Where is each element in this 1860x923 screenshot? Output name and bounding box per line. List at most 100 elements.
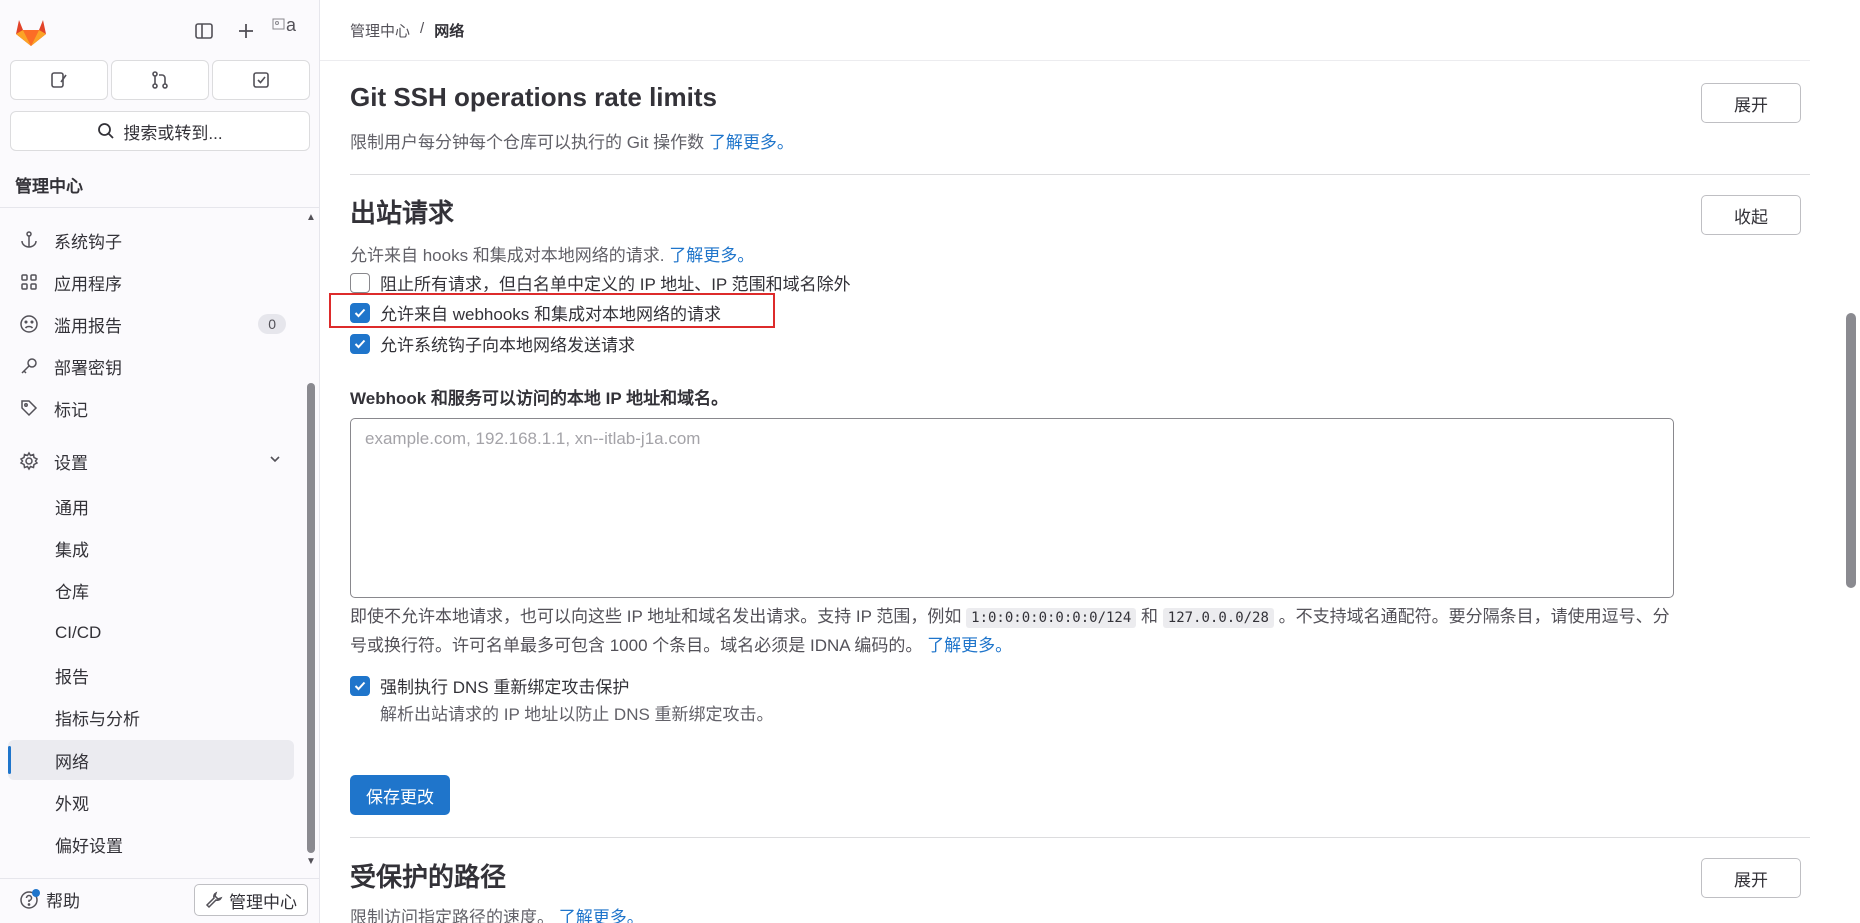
sidebar: a 搜索或转到... 管理中心 系统钩子 应用程序 滥用报告 0 部署密钥 标记…: [0, 0, 320, 923]
header-divider: [320, 60, 1810, 61]
key-icon: [18, 355, 40, 377]
sidebar-item-label: 仓库: [55, 582, 89, 602]
sidebar-item-label: 外观: [55, 794, 89, 814]
main-content: 管理中心 / 网络 Git SSH operations rate limits…: [320, 0, 1842, 923]
avatar-alt-text: a: [286, 15, 297, 35]
label-icon: [18, 397, 40, 419]
todo-icon: [253, 72, 269, 88]
page-scrollbar-thumb[interactable]: [1846, 313, 1856, 588]
admin-area-label: 管理中心: [229, 892, 297, 912]
sidebar-section-title: 管理中心: [15, 177, 83, 196]
scroll-down-arrow-icon[interactable]: ▼: [306, 856, 316, 867]
wrench-icon: [205, 891, 223, 909]
sidebar-item-applications[interactable]: 应用程序: [8, 262, 294, 302]
ipv6-example-code: 1:0:0:0:0:0:0:0/124: [966, 608, 1137, 628]
ssh-rate-limits-title: Git SSH operations rate limits: [350, 82, 717, 112]
sidebar-item-abuse-reports[interactable]: 滥用报告 0: [8, 304, 294, 344]
sidebar-item-label: 网络: [55, 752, 89, 772]
todo-button[interactable]: [212, 60, 310, 100]
dns-rebinding-help: 解析出站请求的 IP 地址以防止 DNS 重新绑定攻击。: [380, 705, 774, 724]
outbound-requests-desc: 允许来自 hooks 和集成对本地网络的请求. 了解更多。: [350, 241, 754, 266]
sidebar-item-label: 报告: [55, 667, 89, 687]
outbound-collapse-button[interactable]: 收起: [1701, 195, 1801, 235]
sidebar-subitem-integrations[interactable]: 集成: [8, 528, 294, 568]
protected-paths-title: 受保护的路径: [350, 862, 507, 892]
sidebar-subitem-network[interactable]: 网络: [8, 740, 294, 780]
outbound-learn-more-link[interactable]: 了解更多。: [669, 246, 754, 265]
protected-expand-button[interactable]: 展开: [1701, 858, 1801, 898]
protected-learn-more-link[interactable]: 了解更多。: [559, 908, 644, 923]
settings-icon: [18, 450, 40, 472]
sidebar-item-settings[interactable]: 设置: [8, 441, 294, 481]
allowlist-learn-more-link[interactable]: 了解更多。: [927, 636, 1012, 655]
admin-area-button[interactable]: 管理中心: [194, 884, 308, 916]
sidebar-item-label: 部署密钥: [54, 358, 122, 378]
ssh-expand-button[interactable]: 展开: [1701, 83, 1801, 123]
sidebar-item-system-hooks[interactable]: 系统钩子: [8, 220, 294, 260]
sidebar-nav: 系统钩子 应用程序 滥用报告 0 部署密钥 标记 设置 通用 集成 仓库 CI/…: [0, 208, 305, 878]
issues-icon: [51, 72, 67, 88]
sidebar-toggle-icon[interactable]: [190, 17, 218, 45]
sidebar-item-label: 应用程序: [54, 274, 122, 294]
sidebar-scrollbar[interactable]: ▲ ▼: [305, 208, 317, 867]
sidebar-item-labels[interactable]: 标记: [8, 388, 294, 428]
help-text-part: 即使不允许本地请求，也可以向这些 IP 地址和域名发出请求。支持 IP 范围，例…: [350, 607, 962, 626]
block-all-requests-checkbox[interactable]: [350, 272, 370, 293]
scroll-up-arrow-icon[interactable]: ▲: [306, 212, 316, 223]
avatar[interactable]: a: [272, 15, 304, 47]
breadcrumb-admin-link[interactable]: 管理中心: [350, 20, 410, 41]
page-scrollbar[interactable]: [1842, 0, 1860, 923]
outbound-desc-text: 允许来自 hooks 和集成对本地网络的请求.: [350, 246, 665, 265]
issues-button[interactable]: [10, 60, 108, 100]
sidebar-subitem-appearance[interactable]: 外观: [8, 782, 294, 822]
breadcrumb-current: 网络: [434, 23, 465, 40]
block-all-requests-option[interactable]: 阻止所有请求，但白名单中定义的 IP 地址、IP 范围和域名除外: [350, 270, 851, 295]
abuse-icon: [18, 313, 40, 335]
checkmark-icon: [354, 339, 366, 348]
allowlist-textarea[interactable]: [350, 418, 1674, 598]
save-changes-button[interactable]: 保存更改: [350, 775, 450, 815]
sidebar-subitem-preferences[interactable]: 偏好设置: [8, 824, 294, 864]
help-label: 帮助: [46, 892, 80, 911]
sidebar-subitem-repository[interactable]: 仓库: [8, 570, 294, 610]
gitlab-logo-icon[interactable]: [12, 12, 50, 50]
sidebar-subitem-cicd[interactable]: CI/CD: [8, 613, 294, 653]
checkbox-label: 阻止所有请求，但白名单中定义的 IP 地址、IP 范围和域名除外: [380, 275, 851, 294]
sidebar-item-label: 指标与分析: [55, 709, 140, 729]
checkmark-icon: [354, 681, 366, 690]
sidebar-subitem-reporting[interactable]: 报告: [8, 655, 294, 695]
outbound-requests-title: 出站请求: [350, 198, 455, 228]
applications-icon: [18, 271, 40, 293]
help-button[interactable]: 帮助: [18, 887, 80, 912]
sidebar-scrollbar-thumb[interactable]: [307, 383, 315, 853]
allowlist-label: Webhook 和服务可以访问的本地 IP 地址和域名。: [350, 389, 729, 408]
allowlist-help-text: 即使不允许本地请求，也可以向这些 IP 地址和域名发出请求。支持 IP 范围，例…: [350, 603, 1670, 659]
merge-requests-button[interactable]: [111, 60, 209, 100]
allow-system-hooks-local-option[interactable]: 允许系统钩子向本地网络发送请求: [350, 331, 635, 356]
sidebar-item-label: 集成: [55, 540, 89, 560]
search-icon: [98, 123, 115, 139]
sidebar-item-label: 通用: [55, 498, 89, 518]
dns-rebinding-option[interactable]: 强制执行 DNS 重新绑定攻击保护: [350, 673, 629, 698]
sidebar-item-label: 标记: [54, 400, 88, 420]
protected-paths-desc: 限制访问指定路径的速度。 了解更多。: [350, 903, 644, 923]
chevron-down-icon: [268, 451, 282, 471]
breadcrumb-separator: /: [420, 20, 425, 37]
allow-system-hooks-local-checkbox[interactable]: [350, 333, 370, 354]
sidebar-item-label: 设置: [54, 453, 88, 473]
ssh-desc-text: 限制用户每分钟每个仓库可以执行的 Git 操作数: [350, 133, 705, 152]
dns-rebinding-checkbox[interactable]: [350, 675, 370, 696]
checkbox-label: 允许系统钩子向本地网络发送请求: [380, 336, 635, 355]
sidebar-subitem-general[interactable]: 通用: [8, 486, 294, 526]
sidebar-item-label: 滥用报告: [54, 316, 122, 336]
ssh-learn-more-link[interactable]: 了解更多。: [709, 133, 794, 152]
search-button[interactable]: 搜索或转到...: [10, 111, 310, 151]
sidebar-item-deploy-keys[interactable]: 部署密钥: [8, 346, 294, 386]
highlight-box: [329, 293, 775, 328]
sidebar-item-label: 系统钩子: [54, 232, 122, 252]
help-text-part: 和: [1141, 607, 1159, 626]
sidebar-subitem-metrics[interactable]: 指标与分析: [8, 697, 294, 737]
plus-icon[interactable]: [232, 17, 260, 45]
protected-desc-text: 限制访问指定路径的速度。: [350, 908, 554, 923]
sidebar-footer: 帮助 管理中心: [0, 878, 320, 923]
